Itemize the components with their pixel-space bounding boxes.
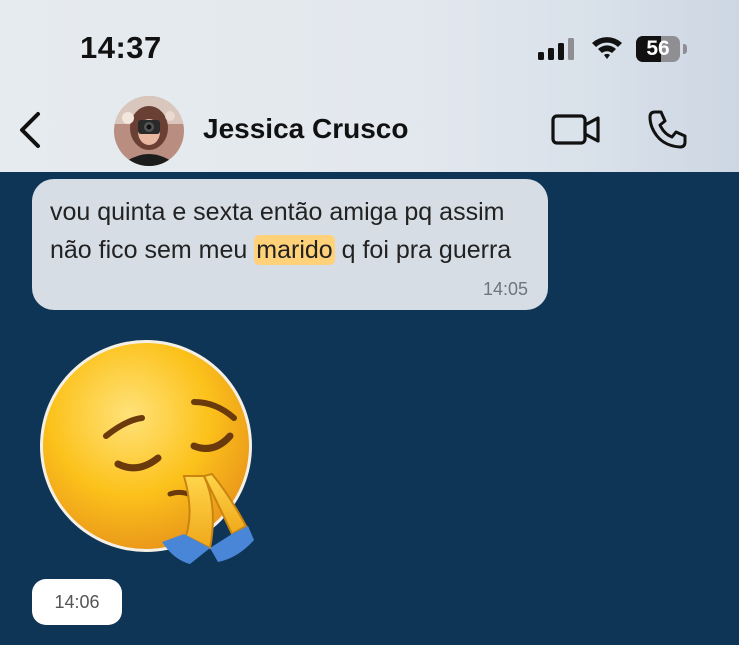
wifi-icon — [592, 37, 622, 59]
incoming-message-bubble[interactable]: vou quinta e sexta então amiga pq assim … — [32, 179, 548, 310]
contact-name[interactable]: Jessica Crusco — [203, 113, 408, 145]
chevron-left-icon — [20, 112, 40, 148]
search-highlight: marido — [254, 235, 335, 265]
battery-percentage: 56 — [646, 37, 670, 60]
battery-indicator: 56 — [636, 36, 680, 62]
contact-avatar[interactable] — [114, 96, 184, 166]
message-timestamp: 14:05 — [482, 279, 528, 299]
message-text: vou quinta e sexta então amiga pq assim … — [50, 193, 520, 269]
back-button[interactable] — [12, 108, 52, 152]
phone-icon — [648, 110, 687, 149]
video-call-button[interactable] — [548, 108, 604, 152]
video-camera-icon — [551, 114, 600, 145]
pensive-praying-emoji — [40, 340, 254, 564]
status-time: 14:37 — [80, 30, 162, 65]
sticker-timestamp: 14:06 — [32, 579, 122, 625]
chat-header: 14:37 56 Jessica Crusco — [0, 0, 739, 172]
sticker-message[interactable] — [34, 336, 270, 572]
message-text-part: q foi pra guerra — [334, 236, 512, 264]
cellular-signal-icon — [538, 38, 574, 60]
voice-call-button[interactable] — [643, 106, 691, 154]
avatar-photo — [114, 96, 184, 166]
battery-tip — [683, 44, 687, 54]
